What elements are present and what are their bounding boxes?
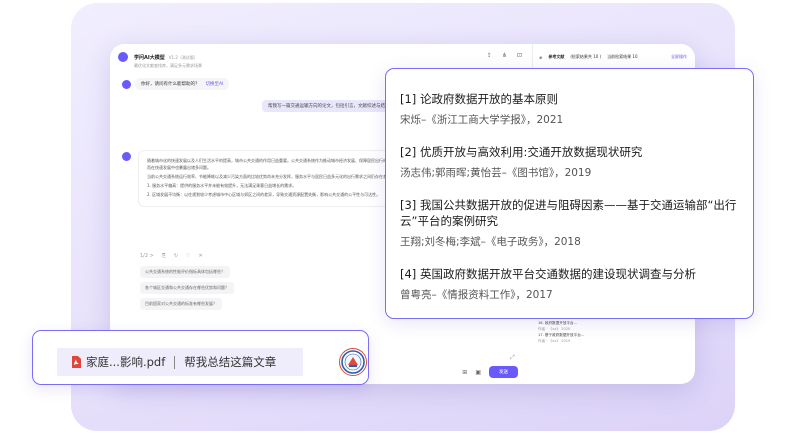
greeting-bubble: 你好，请问有什么能帮助的？ 切换至AI xyxy=(135,78,230,90)
fullscreen-button[interactable]: 全屏操作 xyxy=(671,54,687,60)
reference-entry[interactable]: [1] 论政府数据开放的基本原则 宋烁–《浙江工商大学学报》，2021 xyxy=(400,91,739,127)
app-subtitle: 最优化文献查找库，满足多元需求场景 xyxy=(134,63,202,68)
bot-avatar xyxy=(122,79,131,89)
stage: 学问AI大模型 V1.2（测试版） 最优化文献查找库，满足多元需求场景 ⇪ ⋔ ⊡… xyxy=(0,0,787,437)
like-icon[interactable]: ♡ xyxy=(186,253,190,259)
lock-icon[interactable]: ⊡ xyxy=(517,52,522,59)
title-block: 学问AI大模型 V1.2（测试版） 最优化文献查找库，满足多元需求场景 xyxy=(134,46,202,68)
reference-title: [3] 我国公共数据开放的促进与阻碍因素——基于交通运输部“出行云”平台的案例研… xyxy=(400,198,737,228)
app-logo xyxy=(118,52,128,62)
reference-title: [2] 优质开放与高效利用:交通开放数据现状研究 xyxy=(400,145,643,159)
references-icon: ⊕ xyxy=(539,54,543,60)
suggestion-item[interactable]: 各个城区交通和公共交通存在哪些优势和问题？ xyxy=(140,282,234,294)
app-version: V1.2（测试版） xyxy=(168,55,198,60)
reference-item-meta: 作者 · 《xx》 2019 xyxy=(538,339,571,343)
references-list: 16. 政府数据开放平台... 作者 · 《xx》 2020 17. 基于政府数… xyxy=(532,320,695,344)
image-icon[interactable]: ▣ xyxy=(475,369,481,376)
reference-title: [1] 论政府数据开放的基本原则 xyxy=(400,92,558,106)
reference-meta: 宋烁–《浙江工商大学学报》，2021 xyxy=(400,114,564,126)
pdf-icon xyxy=(72,356,81,368)
share-icon[interactable]: ⋔ xyxy=(502,52,507,59)
reference-title: [4] 英国政府数据开放平台交通数据的建设现状调查与分析 xyxy=(400,267,696,281)
answer-pager[interactable]: 1/2 > xyxy=(140,253,154,259)
references-current: 当前检索结果 10 xyxy=(607,54,638,59)
greeting-text: 你好，请问有什么能帮助的？ xyxy=(141,82,200,87)
reference-entry[interactable]: [2] 优质开放与高效利用:交通开放数据现状研究 汤志伟;郭雨晖;黄怡芸–《图书… xyxy=(400,144,739,180)
university-emblem-icon xyxy=(339,348,367,376)
reference-entry[interactable]: [4] 英国政府数据开放平台交通数据的建设现状调查与分析 曾粤亮–《情报资料工作… xyxy=(400,266,739,302)
copy-icon[interactable]: ⎘ xyxy=(162,253,166,259)
user-message: 帮我写一篇交通运输方向的论文，包括引言，文献综述与结论 xyxy=(262,100,396,112)
reference-meta: 王翔;刘冬梅;李斌–《电子政务》，2018 xyxy=(400,236,581,248)
refresh-icon[interactable]: ↻ xyxy=(174,253,178,259)
send-button[interactable]: 发送 xyxy=(489,366,518,378)
bot-avatar xyxy=(122,152,131,161)
attach-icon[interactable]: ⊞ xyxy=(462,369,467,376)
prompt-question: 帮我总结这篇文章 xyxy=(184,355,277,369)
file-name: 家庭...影响.pdf xyxy=(86,355,166,369)
answer-toolbar: 1/2 > ⎘ ↻ ♡ ✕ xyxy=(140,253,203,259)
references-title: 参考文献 xyxy=(548,54,565,59)
divider xyxy=(174,355,176,369)
dislike-icon[interactable]: ✕ xyxy=(199,253,203,259)
references-count: (检索结果共 10 ) xyxy=(570,54,602,59)
reference-entry[interactable]: [3] 我国公共数据开放的促进与阻碍因素——基于交通运输部“出行云”平台的案例研… xyxy=(400,197,739,249)
suggestion-list: 公共交通系统的性能评价指标具体包括哪些？ 各个城区交通和公共交通存在哪些优势和问… xyxy=(140,266,234,310)
app-title: 学问AI大模型 xyxy=(134,55,165,61)
app-header: 学问AI大模型 V1.2（测试版） 最优化文献查找库，满足多元需求场景 ⇪ ⋔ ⊡ xyxy=(110,44,530,70)
reference-meta: 曾粤亮–《情报资料工作》，2017 xyxy=(400,289,553,301)
suggestion-item[interactable]: 目前国家对公共交通的标准有哪些发展？ xyxy=(140,298,222,310)
references-panel-header: ⊕ 参考文献 (检索结果共 10 ) 当前检索结果 10 全屏操作 xyxy=(532,44,695,70)
suggestion-item[interactable]: 公共交通系统的性能评价指标具体包括哪些？ xyxy=(140,266,230,278)
prompt-card: 家庭...影响.pdf 帮我总结这篇文章 xyxy=(32,330,369,385)
file-prompt-chip[interactable]: 家庭...影响.pdf 帮我总结这篇文章 xyxy=(57,348,303,376)
references-popup: [1] 论政府数据开放的基本原则 宋烁–《浙江工商大学学报》，2021 [2] … xyxy=(385,68,754,319)
switch-ai-link[interactable]: 切换至AI xyxy=(206,81,224,87)
send-label: 发送 xyxy=(499,370,508,375)
export-icon[interactable]: ⇪ xyxy=(487,52,492,59)
reference-meta: 汤志伟;郭雨晖;黄怡芸–《图书馆》，2019 xyxy=(400,167,592,179)
greeting-row: 你好，请问有什么能帮助的？ 切换至AI xyxy=(122,78,230,90)
header-icons: ⇪ ⋔ ⊡ xyxy=(487,52,522,59)
